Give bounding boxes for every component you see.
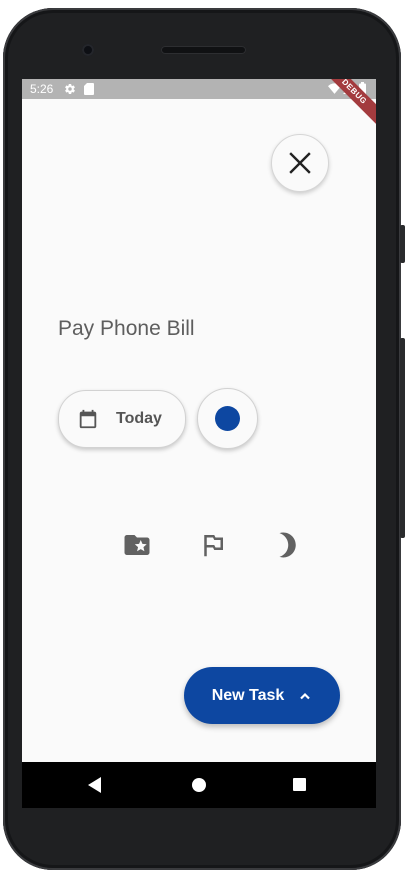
- chevron-up-icon: [300, 692, 311, 699]
- status-bar: 5:26: [22, 79, 376, 99]
- calendar-icon: [79, 409, 97, 429]
- moon-icon[interactable]: [272, 530, 302, 560]
- color-picker-button[interactable]: [197, 388, 258, 449]
- home-icon[interactable]: [192, 778, 206, 792]
- color-indicator: [215, 406, 240, 431]
- flag-icon[interactable]: [198, 530, 228, 560]
- close-icon: [289, 152, 311, 174]
- close-button[interactable]: [271, 134, 329, 192]
- front-camera: [82, 44, 94, 56]
- app-screen: 5:26 DEBUG Pay Phone Bill Today New Task: [22, 79, 376, 762]
- new-task-button[interactable]: New Task: [184, 667, 340, 724]
- power-button: [400, 338, 405, 538]
- earpiece-speaker: [161, 46, 246, 54]
- date-label: Today: [116, 410, 162, 427]
- volume-button: [400, 225, 405, 263]
- date-chip[interactable]: Today: [58, 390, 186, 448]
- new-task-label: New Task: [211, 686, 285, 704]
- back-icon[interactable]: [88, 777, 102, 793]
- task-title[interactable]: Pay Phone Bill: [58, 317, 195, 341]
- recents-icon[interactable]: [293, 778, 306, 791]
- settings-icon: [65, 84, 75, 95]
- system-nav-bar: [22, 762, 376, 808]
- folder-star-icon[interactable]: [122, 530, 152, 560]
- sd-card-icon: [84, 83, 94, 95]
- status-time: 5:26: [30, 82, 54, 96]
